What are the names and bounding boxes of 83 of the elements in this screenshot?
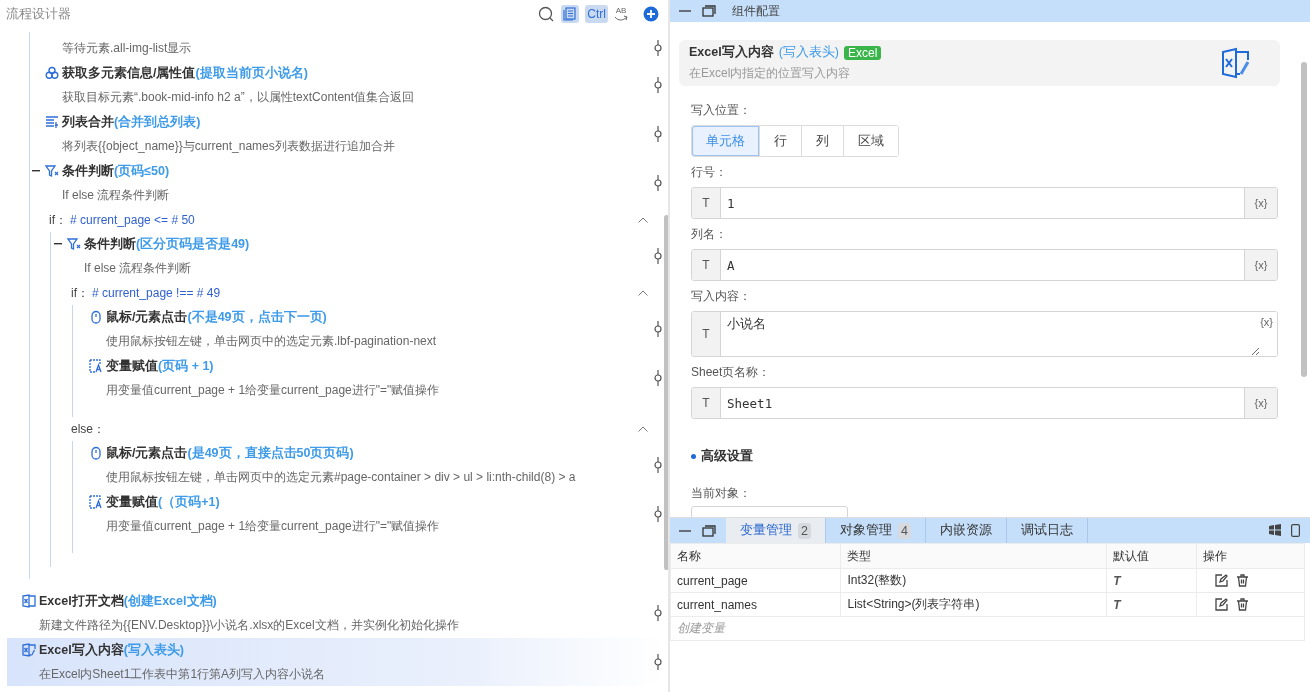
step-note: (页码 + 1)	[158, 357, 214, 375]
panel-title: 流程设计器	[6, 5, 71, 23]
step-row[interactable]: 获取多元素信息/属性值(提取当前页小说名) 获取目标元素“.book-mid-info h2 a”，以属性textContent值集合返回	[30, 61, 664, 109]
table-cell: Int32(整数)	[840, 568, 1107, 593]
step-note: (页码≤50)	[114, 162, 170, 180]
type-tag: T	[1113, 573, 1121, 588]
step-row[interactable]: 变量赋值(（页码+1) 用变量值current_page + 1给变量current_page进行"="赋值操作	[74, 490, 664, 538]
step-description: If else 流程条件判断	[84, 261, 192, 275]
type-tag[interactable]: T	[702, 258, 710, 272]
field-label: 写入位置：	[691, 103, 751, 117]
input-field[interactable]: T 1 {x}	[691, 187, 1278, 219]
input-field[interactable]: T Sheet1 {x}	[691, 387, 1278, 419]
text-area[interactable]: T 小说名 {x}	[691, 311, 1278, 357]
type-tag[interactable]: T	[702, 327, 710, 341]
column-header: 默认值	[1106, 543, 1197, 569]
step-row[interactable]: Excel写入内容(写入表头) 在Excel内Sheet1工作表中第1行第A列写入内容小说名	[7, 638, 664, 686]
step-row[interactable]: 变量赋值(页码 + 1) 用变量值current_page + 1给变量current_page进行"="赋值操作	[74, 354, 664, 402]
variable-tag[interactable]: {x}	[1254, 397, 1268, 409]
step-description: 新建文件路径为{{ENV.Desktop}}\小说名.xlsx的Excel文档，并实例化初始化操作	[39, 618, 459, 632]
table-cell: current_page	[670, 568, 841, 593]
field-label: 行号：	[691, 165, 727, 179]
step-row[interactable]: 鼠标/元素点击(不是49页，点击下一页) 使用鼠标按钮左键，单击网页中的选定元素.lbf-pagination-next	[74, 305, 664, 353]
step-description: 等待元素.all-img-list显示	[62, 41, 192, 55]
segment-option[interactable]: 区域	[843, 126, 898, 156]
spellcheck-button[interactable]: AB	[614, 6, 628, 22]
column-header: 类型	[840, 543, 1107, 569]
branch-condition: # current_page !== # 49	[92, 286, 221, 300]
step-description: 获取目标元素“.book-mid-info h2 a”，以属性textContent值集合返回	[62, 90, 415, 104]
step-note: (是49页，直接点击50页页码)	[187, 444, 354, 462]
step-title: 鼠标/元素点击	[106, 308, 188, 326]
step-row[interactable]: 列表合并(合并到总列表) 将列表{{object_name}}与current_names列表数据进行追加合并	[30, 110, 664, 158]
step-title: 变量赋值	[106, 357, 158, 375]
field-label: 当前对象：	[691, 486, 751, 500]
step-note: (写入表头)	[123, 641, 184, 659]
step-title: 变量赋值	[106, 493, 158, 511]
column-header: 名称	[670, 543, 841, 569]
panel-tab[interactable]: 变量管理 2	[726, 518, 826, 543]
field-label: Sheet页名称：	[691, 365, 771, 379]
step-title: 获取多元素信息/属性值	[62, 64, 196, 82]
step-row[interactable]: 鼠标/元素点击(是49页，直接点击50页页码) 使用鼠标按钮左键，单击网页中的选定元素#page-container > div > ul > li:nth-child(8) > a	[74, 441, 664, 489]
step-title: 条件判断	[84, 235, 136, 253]
step-note: (区分页码是否是49)	[136, 235, 250, 253]
step-row[interactable]: 等待元素.all-img-list显示	[30, 36, 664, 60]
step-note: (提取当前页小说名)	[195, 64, 308, 82]
field-label: 列名：	[691, 227, 727, 241]
field-label: 写入内容：	[691, 289, 751, 303]
step-title: 条件判断	[62, 162, 114, 180]
step-description: 用变量值current_page + 1给变量current_page进行"="赋值操作	[106, 519, 440, 533]
panel-title: 组件配置	[732, 2, 780, 20]
step-description: 在Excel内Sheet1工作表中第1行第A列写入内容小说名	[39, 667, 326, 681]
type-tag[interactable]: T	[702, 196, 710, 210]
category-tag: Excel	[844, 45, 882, 60]
type-tag: T	[1113, 597, 1121, 612]
step-title: 列表合并	[62, 113, 114, 131]
table-cell: current_names	[670, 592, 841, 617]
branch-condition: # current_page <= # 50	[70, 213, 195, 227]
variable-tag[interactable]: {x}	[1254, 259, 1268, 271]
step-row[interactable]: Excel打开文档(创建Excel文档) 新建文件路径为{{ENV.Desktop}}\小说名.xlsx的Excel文档，并实例化初始化操作	[7, 589, 664, 637]
step-title: Excel写入内容	[39, 641, 124, 659]
component-description: 在Excel内指定的位置写入内容	[689, 66, 851, 80]
step-title: 鼠标/元素点击	[106, 444, 188, 462]
step-description: 用变量值current_page + 1给变量current_page进行"="赋值操作	[106, 383, 440, 397]
step-description: If else 流程条件判断	[62, 188, 170, 202]
type-tag[interactable]: T	[702, 396, 710, 410]
section-title: 高级设置	[701, 448, 753, 465]
variable-tag[interactable]: {x}	[1254, 197, 1268, 209]
branch-label: if：	[49, 211, 67, 229]
step-note: (不是49页，点击下一页)	[187, 308, 327, 326]
step-description: 将列表{{object_name}}与current_names列表数据进行追加合并	[62, 139, 395, 153]
branch-label: if：	[71, 284, 89, 302]
step-description: 使用鼠标按钮左键，单击网页中的选定元素.lbf-pagination-next	[106, 334, 437, 348]
variable-tag[interactable]: {x}	[1260, 316, 1273, 328]
column-header: 操作	[1196, 543, 1305, 569]
step-note: (（页码+1)	[158, 493, 220, 511]
step-description: 使用鼠标按钮左键，单击网页中的选定元素#page-container > div > ul > li:nth-child(8) > a	[106, 470, 576, 484]
step-title: Excel打开文档	[39, 592, 124, 610]
table-cell: List<String>(列表字符串)	[840, 592, 1107, 617]
component-note: (写入表头)	[778, 44, 839, 61]
step-note: (创建Excel文档)	[123, 592, 217, 610]
input-field[interactable]: T A {x}	[691, 249, 1278, 281]
component-title: Excel写入内容	[689, 44, 774, 61]
step-note: (合并到总列表)	[114, 113, 201, 131]
branch-label: else：	[71, 420, 105, 438]
